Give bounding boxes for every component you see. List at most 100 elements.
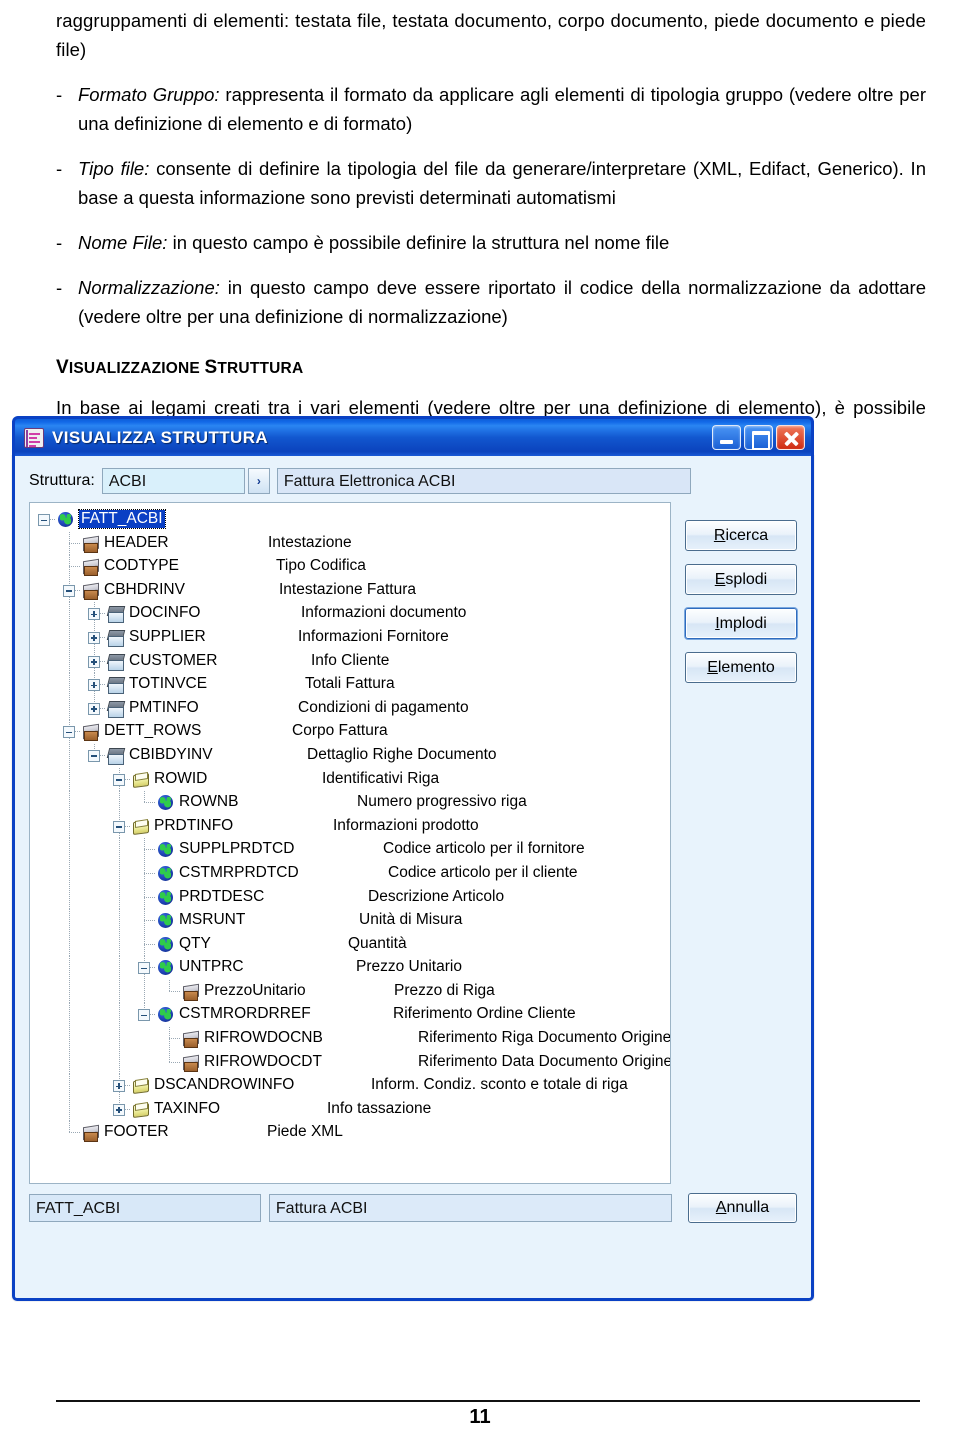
tree-row[interactable]: FOOTER Piede XML [30, 1121, 670, 1145]
tree-node-description: Inform. Condiz. sconto e totale di riga [371, 1076, 628, 1094]
tree-node-name[interactable]: DOCINFO [129, 604, 200, 622]
window-controls [712, 425, 807, 450]
tree-node-name[interactable]: CBIBDYINV [129, 746, 213, 764]
tree-expand-icon[interactable] [88, 655, 100, 668]
esplodi-accel: E [714, 570, 726, 588]
implodi-button[interactable]: Implodi [685, 608, 797, 639]
bullet-formato-gruppo: - Formato Gruppo: rappresenta il formato… [56, 80, 926, 138]
bullet-body: Tipo file: consente di definire la tipol… [78, 154, 926, 212]
tree-row[interactable]: DETT_ROWS Corpo Fattura [30, 720, 670, 744]
tree-line [119, 1027, 120, 1051]
tree-node-name[interactable]: TAXINFO [154, 1100, 220, 1118]
annulla-button[interactable]: Annulla [687, 1193, 797, 1223]
tree-node-name[interactable]: FOOTER [104, 1123, 169, 1141]
tree-node-name[interactable]: CBHDRINV [104, 581, 185, 599]
tree-node-name[interactable]: FATT_ACBI [78, 509, 166, 529]
tree-node-name[interactable]: DETT_ROWS [104, 722, 201, 740]
tree-expand-icon[interactable] [113, 1080, 125, 1093]
tree-row[interactable]: QTY Quantità [30, 932, 670, 957]
structure-tree[interactable]: FATT_ACBI HEADER Intestazione CODTYPE Tipo C… [29, 502, 671, 1184]
tree-node-name[interactable]: DSCANDROWINFO [154, 1076, 294, 1094]
tree-row[interactable]: DSCANDROWINFO Inform. Condiz. sconto e to… [30, 1074, 670, 1098]
tree-node-name[interactable]: TOTINVCE [129, 675, 207, 693]
implodi-label: mplodi [719, 614, 767, 632]
tree-row[interactable]: HEADER Intestazione [30, 531, 670, 556]
tree-collapse-icon[interactable] [63, 584, 75, 597]
tree-collapse-icon[interactable] [113, 773, 125, 786]
tree-row[interactable]: CBIBDYINV Dettaglio Righe Documento [30, 743, 670, 768]
tree-row[interactable]: TAXINFO Info tassazione [30, 1097, 670, 1122]
tree-row[interactable]: DOCINFO Informazioni documento [30, 602, 670, 626]
tree-node-name[interactable]: RIFROWDOCNB [204, 1029, 323, 1047]
tree-collapse-icon[interactable] [113, 820, 125, 833]
struttura-lookup-button[interactable]: › [247, 468, 270, 494]
elemento-button[interactable]: Elemento [685, 652, 797, 683]
tree-node-name[interactable]: SUPPLPRDTCD [179, 840, 294, 858]
tree-collapse-icon[interactable] [138, 1009, 150, 1022]
minimize-icon[interactable] [712, 425, 741, 450]
maximize-icon[interactable] [744, 425, 773, 450]
tree-node-name[interactable]: UNTPRC [179, 958, 244, 976]
tree-row[interactable]: CBHDRINV Intestazione Fattura [30, 578, 670, 603]
tree-line [119, 932, 120, 957]
tree-collapse-icon[interactable] [38, 514, 50, 526]
tree-expand-icon[interactable] [88, 702, 100, 715]
tree-row[interactable]: UNTPRC Prezzo Unitario [30, 956, 670, 980]
tree-expand-icon[interactable] [88, 631, 100, 644]
tree-row[interactable]: ROWNB Numero progressivo riga [30, 791, 670, 815]
globe-icon [156, 794, 175, 811]
tree-row[interactable]: MSRUNT Unità di Misura [30, 909, 670, 933]
tree-row[interactable]: RIFROWDOCNB Riferimento Riga Documento Or… [30, 1027, 670, 1051]
tree-row[interactable]: TOTINVCE Totali Fattura [30, 673, 670, 697]
tree-expand-icon[interactable] [88, 608, 100, 621]
visualizza-struttura-window: VISUALIZZA STRUTTURA Struttura: ACBI › F… [12, 416, 814, 1301]
close-icon[interactable] [776, 425, 805, 450]
tree-row[interactable]: PRDTINFO Informazioni prodotto [30, 814, 670, 839]
tree-row[interactable]: FATT_ACBI [30, 508, 670, 532]
tree-row[interactable]: CUSTOMER Info Cliente [30, 649, 670, 674]
tree-node-name[interactable]: MSRUNT [179, 911, 245, 929]
tree-collapse-icon[interactable] [138, 962, 150, 975]
heading-cap-1: V [56, 357, 69, 378]
tree-row[interactable]: CSTMRPRDTCD Codice articolo per il client… [30, 861, 670, 886]
tree-row[interactable]: CODTYPE Tipo Codifica [30, 555, 670, 579]
tree-node-name[interactable]: CSTMRORDRREF [179, 1005, 311, 1023]
tree-row[interactable]: RIFROWDOCDT Riferimento Data Documento Or… [30, 1050, 670, 1075]
tree-row[interactable]: ROWID Identificativi Riga [30, 767, 670, 792]
tree-line [69, 1097, 70, 1122]
tree-node-name[interactable]: PrezzoUnitario [204, 982, 306, 1000]
tree-node-name[interactable]: HEADER [104, 534, 169, 552]
tree-collapse-icon[interactable] [88, 749, 100, 762]
tree-node-name[interactable]: RIFROWDOCDT [204, 1053, 322, 1071]
tree-node-name[interactable]: PMTINFO [129, 699, 199, 717]
tree-node-name[interactable]: ROWNB [179, 793, 238, 811]
tree-node-name[interactable]: ROWID [154, 770, 207, 788]
tree-line [119, 956, 120, 980]
tree-expand-icon[interactable] [113, 1103, 125, 1116]
tree-row[interactable]: PMTINFO Condizioni di pagamento [30, 696, 670, 721]
esplodi-button[interactable]: Esplodi [685, 564, 797, 595]
window-title-bar[interactable]: VISUALIZZA STRUTTURA [12, 416, 814, 456]
tree-collapse-icon[interactable] [63, 726, 75, 739]
tree-node-name[interactable]: QTY [179, 935, 211, 953]
tree-row[interactable]: PRDTDESC Descrizione Articolo [30, 885, 670, 910]
tree-node-description: Prezzo di Riga [394, 981, 495, 999]
tree-line [69, 791, 70, 815]
struttura-code-input[interactable]: ACBI [101, 468, 245, 494]
tree-row[interactable]: CSTMRORDRREF Riferimento Ordine Cliente [30, 1003, 670, 1028]
tree-line [69, 885, 70, 910]
annulla-accel: A [715, 1199, 727, 1216]
tree-node-name[interactable]: SUPPLIER [129, 628, 206, 646]
tree-node-name[interactable]: PRDTDESC [179, 888, 264, 906]
tree-node-name[interactable]: CUSTOMER [129, 652, 217, 670]
tree-node-name[interactable]: CSTMRPRDTCD [179, 864, 299, 882]
tree-row[interactable]: SUPPLPRDTCD Codice articolo per il fornit… [30, 838, 670, 862]
tree-node-name[interactable]: CODTYPE [104, 557, 179, 575]
tree-node-name[interactable]: PRDTINFO [154, 817, 233, 835]
tree-row[interactable]: PrezzoUnitario Prezzo di Riga [30, 979, 670, 1004]
tree-line [144, 920, 156, 922]
tree-expand-icon[interactable] [88, 679, 100, 692]
document-page-icon [106, 747, 125, 765]
tree-row[interactable]: SUPPLIER Informazioni Fornitore [30, 625, 670, 650]
ricerca-button[interactable]: Ricerca [685, 520, 797, 551]
